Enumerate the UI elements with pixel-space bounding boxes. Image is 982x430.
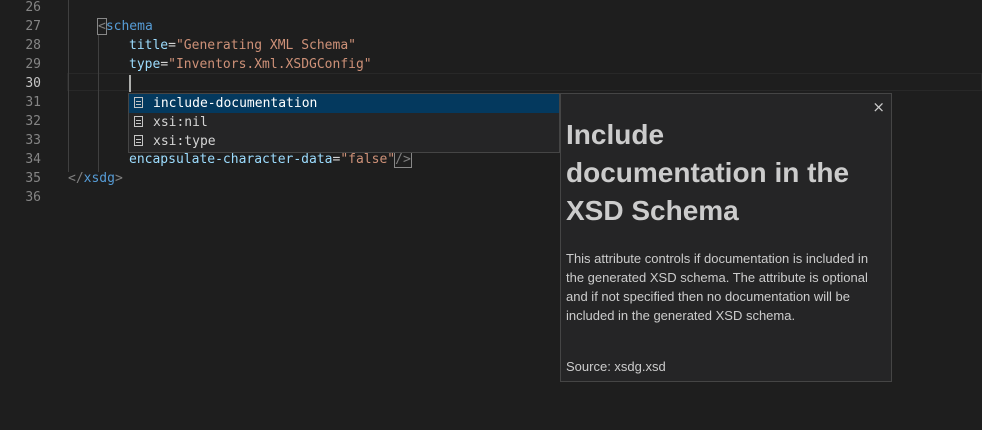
line-number: 32: [25, 114, 41, 129]
property-icon: [134, 116, 143, 127]
attribute-name: type: [129, 57, 161, 72]
text-cursor: [129, 75, 131, 92]
tag-open-bracket: </: [68, 171, 84, 186]
details-source: Source: xsdg.xsd: [566, 359, 666, 374]
close-icon[interactable]: ×: [872, 98, 885, 116]
code-text: type="Inventors.Xml.XSDGConfig": [129, 55, 372, 74]
suggestion-details-panel: × Include documentation in the XSD Schem…: [560, 93, 892, 382]
code-text: title="Generating XML Schema": [129, 36, 356, 55]
suggestion-list[interactable]: include-documentation xsi:nil xsi:type: [128, 93, 560, 153]
tag-name: schema: [105, 19, 153, 34]
suggestion-label: xsi:type: [153, 134, 216, 149]
details-description: This attribute controls if documentation…: [566, 251, 869, 323]
equals-sign: =: [160, 57, 169, 72]
tag-open-bracket: <: [97, 18, 107, 35]
tag-name: xsdg: [83, 171, 115, 186]
line-number: 28: [25, 38, 41, 53]
suggestion-item[interactable]: xsi:type: [129, 132, 559, 151]
line-number: 35: [25, 171, 41, 186]
code-text: </xsdg>: [68, 169, 123, 188]
details-title: Include documentation in the XSD Schema: [566, 119, 850, 226]
tag-close-bracket: >: [114, 171, 123, 186]
attribute-name: encapsulate-character-data: [129, 152, 333, 167]
code-text: <schema: [97, 17, 153, 36]
editor-line[interactable]: 26: [0, 0, 982, 17]
line-number: 33: [25, 133, 41, 148]
property-icon: [134, 97, 143, 108]
editor-line[interactable]: 29 type="Inventors.Xml.XSDGConfig": [0, 55, 982, 74]
attribute-value: "Inventors.Xml.XSDGConfig": [168, 57, 372, 72]
suggestion-item[interactable]: xsi:nil: [129, 113, 559, 132]
property-icon: [134, 135, 143, 146]
editor-line[interactable]: 28 title="Generating XML Schema": [0, 36, 982, 55]
line-number: 26: [25, 0, 41, 15]
line-number: 29: [25, 57, 41, 72]
tag-self-close: />: [394, 151, 412, 168]
line-number: 31: [25, 95, 41, 110]
editor-line[interactable]: 27 <schema: [0, 17, 982, 36]
suggestion-label: include-documentation: [153, 96, 318, 111]
editor-line[interactable]: 30: [0, 74, 982, 93]
equals-sign: =: [168, 38, 176, 53]
suggestion-label: xsi:nil: [153, 115, 208, 130]
code-editor[interactable]: 26 27 <schema 28 title="Generating XML S…: [0, 0, 982, 430]
line-number: 30: [25, 76, 41, 91]
attribute-value: "false": [340, 152, 396, 167]
suggestion-item[interactable]: include-documentation: [129, 94, 559, 113]
line-number: 27: [25, 19, 41, 34]
line-number: 34: [25, 152, 41, 167]
line-number: 36: [25, 190, 41, 205]
attribute-value: "Generating XML Schema": [175, 38, 356, 53]
attribute-name: title: [129, 38, 169, 53]
